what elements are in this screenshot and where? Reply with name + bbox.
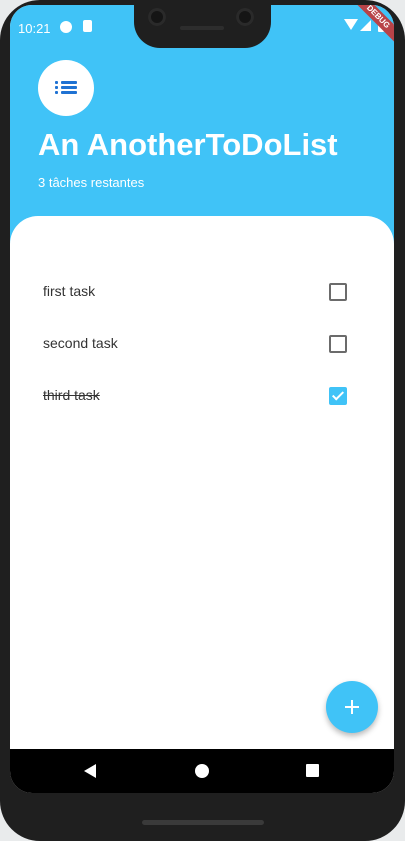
system-nav-bar [10, 749, 394, 793]
app-header: 10:21 DEBUG An AnotherToDoList 3 tâches … [10, 5, 394, 245]
task-item[interactable]: first task [10, 267, 394, 319]
bottom-speaker-grille [142, 820, 264, 825]
remaining-tasks-count: 3 tâches restantes [38, 175, 145, 190]
task-label: first task [43, 283, 96, 299]
check-icon [331, 388, 345, 401]
camera-notch [134, 5, 271, 48]
phone-frame: 10:21 DEBUG An AnotherToDoList 3 tâches … [0, 0, 405, 841]
status-time: 10:21 [18, 21, 51, 36]
signal-icon [360, 20, 371, 31]
sd-card-icon [83, 20, 92, 32]
add-task-button[interactable] [326, 681, 378, 733]
app-logo [38, 60, 94, 116]
front-sensor-icon [236, 8, 254, 26]
home-icon[interactable] [195, 764, 209, 778]
app-screen: 10:21 DEBUG An AnotherToDoList 3 tâches … [10, 5, 394, 793]
page-title: An AnotherToDoList [38, 127, 338, 162]
task-label: second task [43, 335, 118, 351]
task-checkbox[interactable] [329, 387, 347, 405]
task-checkbox[interactable] [329, 283, 347, 301]
task-item[interactable]: second task [10, 319, 394, 371]
front-camera-icon [148, 8, 166, 26]
earpiece-speaker [180, 26, 224, 30]
list-icon [55, 81, 77, 95]
task-checkbox[interactable] [329, 335, 347, 353]
data-saver-icon [60, 21, 72, 33]
back-icon[interactable] [84, 764, 96, 778]
recents-icon[interactable] [306, 764, 319, 777]
task-label: third task [43, 387, 100, 403]
task-item[interactable]: third task [10, 371, 394, 423]
task-list: first task second task third task [10, 216, 394, 750]
wifi-icon [344, 19, 358, 30]
